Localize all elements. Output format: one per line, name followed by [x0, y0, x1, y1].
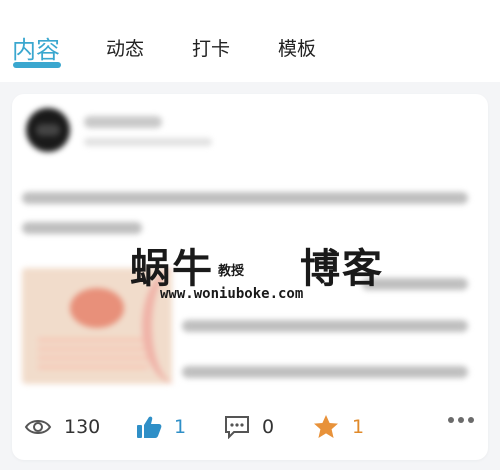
text-line-redacted [22, 222, 142, 234]
tab-template[interactable]: 模板 [278, 34, 316, 61]
tab-checkin[interactable]: 打卡 [192, 34, 230, 61]
active-tab-indicator [13, 62, 61, 68]
comment-icon [225, 416, 249, 439]
comments-count: 0 [262, 416, 275, 438]
watermark-right-text: 博客 [300, 246, 384, 292]
avatar[interactable] [26, 108, 70, 152]
watermark-mid-text: 教授 [218, 264, 245, 279]
thumbs-up-icon [137, 416, 162, 438]
views-count: 130 [64, 416, 101, 438]
watermark-url: www.woniuboke.com [160, 286, 304, 302]
comment-button[interactable]: 0 [224, 413, 274, 441]
favorites-count: 1 [352, 416, 365, 438]
likes-count: 1 [174, 416, 187, 438]
star-icon [314, 415, 338, 438]
post-meta-redacted [84, 138, 212, 146]
favorite-button[interactable]: 1 [312, 413, 364, 441]
views-stat: 130 [24, 413, 100, 441]
eye-icon [24, 420, 52, 434]
author-name-redacted [84, 116, 162, 128]
like-button[interactable]: 1 [136, 413, 186, 441]
text-line-redacted [22, 192, 468, 204]
more-icon[interactable] [448, 417, 474, 423]
text-line-redacted [182, 366, 468, 378]
tab-bar: 内容 动态 打卡 模板 [0, 0, 500, 82]
text-line-redacted [182, 320, 468, 332]
tab-activity[interactable]: 动态 [106, 34, 144, 61]
tab-content[interactable]: 内容 [12, 30, 60, 65]
